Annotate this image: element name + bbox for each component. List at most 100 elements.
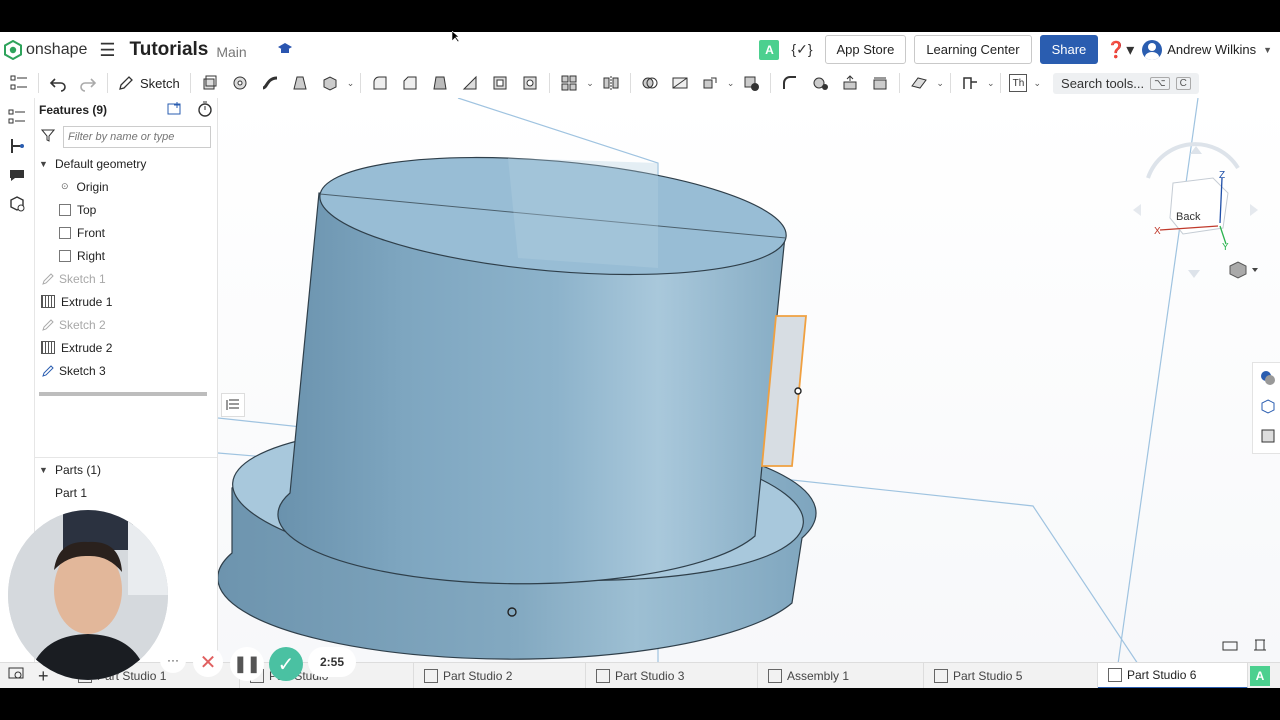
- tree-item-extrude-2[interactable]: Extrude 2: [35, 336, 217, 359]
- undo-icon[interactable]: [47, 72, 69, 94]
- onshape-logo[interactable]: onshape: [4, 40, 87, 60]
- loft-icon[interactable]: [289, 72, 311, 94]
- parts-icon[interactable]: [7, 194, 27, 214]
- tree-item-sketch-1[interactable]: Sketch 1: [35, 267, 217, 290]
- redo-icon[interactable]: [77, 72, 99, 94]
- app-badge[interactable]: A: [759, 39, 780, 60]
- part-studio-icon: [1108, 668, 1122, 682]
- graphics-viewport[interactable]: Back X Z Y: [218, 98, 1280, 664]
- default-geometry-folder[interactable]: ▼ Default geometry: [35, 152, 217, 175]
- branch-name[interactable]: Main: [216, 44, 246, 60]
- chevron-down-icon[interactable]: ⌄: [586, 78, 594, 89]
- mirror-icon[interactable]: [600, 72, 622, 94]
- thread-feature-icon[interactable]: Th: [1009, 74, 1028, 92]
- divider: [107, 73, 108, 93]
- recorder-pause-button[interactable]: ❚❚: [230, 647, 264, 681]
- sweep-icon[interactable]: [259, 72, 281, 94]
- tree-item-sketch-2[interactable]: Sketch 2: [35, 313, 217, 336]
- view-cube[interactable]: Back X Z Y: [1133, 142, 1258, 278]
- search-tabs-icon[interactable]: [8, 667, 24, 686]
- menu-icon[interactable]: ☰: [99, 40, 115, 61]
- transform-icon[interactable]: [699, 72, 721, 94]
- chevron-down-icon[interactable]: ⌄: [1033, 78, 1041, 89]
- modify-fillet-icon[interactable]: [779, 72, 801, 94]
- extrude-icon: [41, 341, 55, 354]
- add-folder-icon[interactable]: [167, 101, 183, 120]
- filter-bar: [40, 126, 217, 148]
- move-face-icon[interactable]: [839, 72, 861, 94]
- shell-icon[interactable]: [489, 72, 511, 94]
- fillet-icon[interactable]: [369, 72, 391, 94]
- tab-badge[interactable]: A: [1250, 666, 1270, 686]
- help-icon[interactable]: ❓▾: [1106, 40, 1134, 60]
- sketch-button[interactable]: Sketch: [112, 75, 186, 91]
- variables-icon[interactable]: {✓}: [787, 41, 816, 58]
- appearance-icon[interactable]: [1259, 369, 1275, 392]
- draft-icon[interactable]: [429, 72, 451, 94]
- search-tools-button[interactable]: Search tools... ⌥ C: [1053, 72, 1199, 94]
- hole-icon[interactable]: [519, 72, 541, 94]
- share-button[interactable]: Share: [1039, 35, 1099, 64]
- model-canvas[interactable]: Back X Z Y: [218, 98, 1280, 664]
- tree-item-extrude-1[interactable]: Extrude 1: [35, 290, 217, 313]
- chevron-down-icon[interactable]: ⌄: [936, 78, 944, 89]
- part-properties-icon[interactable]: [1259, 398, 1275, 421]
- comments-icon[interactable]: [7, 165, 27, 185]
- chamfer-icon[interactable]: [399, 72, 421, 94]
- tree-item-sketch-3[interactable]: Sketch 3: [35, 359, 217, 382]
- tab-part-studio-6[interactable]: Part Studio 6: [1098, 663, 1248, 688]
- chevron-down-icon[interactable]: ▼: [39, 159, 49, 169]
- tree-item-top[interactable]: Top: [35, 198, 217, 221]
- feature-tree-icon[interactable]: [7, 107, 27, 127]
- delete-face-icon[interactable]: [809, 72, 831, 94]
- learning-center-button[interactable]: Learning Center: [914, 35, 1032, 64]
- rollback-timer-icon[interactable]: [197, 101, 213, 120]
- tree-item-label: Origin: [76, 179, 109, 194]
- add-tab-icon[interactable]: +: [38, 666, 49, 687]
- mass-properties-icon[interactable]: [1252, 636, 1268, 657]
- parts-folder[interactable]: ▼ Parts (1): [35, 458, 217, 481]
- split-icon[interactable]: [669, 72, 691, 94]
- delete-part-icon[interactable]: [740, 72, 762, 94]
- revolve-icon[interactable]: [229, 72, 251, 94]
- user-menu[interactable]: Andrew Wilkins ▼: [1142, 39, 1274, 60]
- graduation-cap-icon[interactable]: [277, 42, 293, 59]
- viewcube-face-label[interactable]: Back: [1176, 211, 1201, 223]
- tab-part-studio-3[interactable]: Part Studio 3: [586, 663, 758, 688]
- feature-list-icon[interactable]: [8, 72, 30, 94]
- tab-part-studio-2[interactable]: Part Studio 2: [414, 663, 586, 688]
- boolean-icon[interactable]: [639, 72, 661, 94]
- extrude-icon[interactable]: [199, 72, 221, 94]
- chevron-down-icon[interactable]: ⌄: [987, 78, 995, 89]
- chevron-down-icon[interactable]: ⌄: [727, 78, 735, 89]
- chevron-down-icon[interactable]: ⌄: [347, 78, 355, 89]
- filter-input[interactable]: [63, 126, 211, 148]
- document-title[interactable]: Tutorials: [130, 39, 209, 61]
- view-options-icon[interactable]: [1229, 261, 1258, 279]
- part-item[interactable]: Part 1: [35, 481, 217, 504]
- app-store-button[interactable]: App Store: [824, 35, 907, 64]
- configurations-icon[interactable]: [7, 136, 27, 156]
- recorder-more-button[interactable]: ···: [160, 647, 186, 673]
- recorder-cancel-button[interactable]: ✕: [193, 647, 223, 677]
- thicken-icon[interactable]: [319, 72, 341, 94]
- features-title: Features (9): [39, 103, 108, 117]
- tab-assembly-1[interactable]: Assembly 1: [758, 663, 924, 688]
- recorder-done-button[interactable]: ✓: [269, 647, 303, 681]
- chevron-down-icon[interactable]: ▼: [39, 465, 49, 475]
- rollback-bar[interactable]: [39, 392, 207, 396]
- collapse-panel-icon[interactable]: [221, 393, 245, 417]
- tree-item-right[interactable]: Right: [35, 244, 217, 267]
- pattern-icon[interactable]: [558, 72, 580, 94]
- tree-item-origin[interactable]: ⊙ Origin: [35, 175, 217, 198]
- filter-icon[interactable]: [40, 128, 56, 147]
- tree-item-front[interactable]: Front: [35, 221, 217, 244]
- rib-icon[interactable]: [459, 72, 481, 94]
- plane-icon[interactable]: [908, 72, 930, 94]
- mate-connector-icon[interactable]: [1259, 427, 1275, 450]
- replace-face-icon[interactable]: [869, 72, 891, 94]
- cylinder-body[interactable]: [277, 141, 791, 585]
- sheet-metal-icon[interactable]: [959, 72, 981, 94]
- measure-icon[interactable]: [1222, 638, 1238, 657]
- tab-part-studio-5[interactable]: Part Studio 5: [924, 663, 1098, 688]
